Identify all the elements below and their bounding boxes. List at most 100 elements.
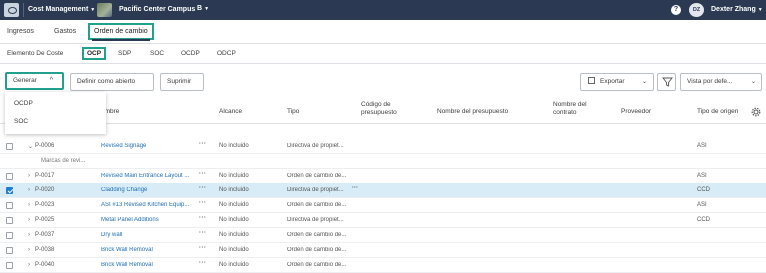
table-row[interactable]: ⌄ P-0006 Revised Signage ··· No incluido… <box>0 139 766 154</box>
expand-chevron-icon[interactable]: › <box>28 187 30 193</box>
expand-chevron-icon[interactable]: › <box>28 202 30 208</box>
expand-chevron-icon[interactable]: › <box>28 247 30 253</box>
help-icon[interactable]: ? <box>671 5 681 15</box>
row-checkbox[interactable] <box>6 173 13 180</box>
table-header: ombre Alcance Tipo Código de presupuesto… <box>0 98 766 124</box>
column-header-supplier[interactable]: Proveedor <box>621 108 651 116</box>
expand-chevron-icon[interactable]: › <box>28 173 30 179</box>
tab-elemento-de-coste[interactable]: Elemento De Coste <box>7 50 63 57</box>
filter-icon <box>662 77 673 87</box>
row-sub-label[interactable]: Marcas de revi... <box>41 158 85 164</box>
row-menu-icon[interactable]: ··· <box>199 260 207 266</box>
row-name-link[interactable]: Dry wall <box>101 232 193 238</box>
module-switcher[interactable]: Cost Management ▼ <box>28 6 95 13</box>
row-scope: No incluido <box>219 187 249 193</box>
column-header-origin-type[interactable]: Tipo de origen <box>697 108 738 116</box>
tab-ocp[interactable]: OCP <box>82 47 107 60</box>
table-row[interactable]: › P-0037 Dry wall ··· No incluido Orden … <box>0 228 766 243</box>
row-scope: No incluido <box>219 232 249 238</box>
project-thumbnail <box>97 3 112 17</box>
table-subrow: Marcas de revi... <box>0 154 766 169</box>
export-label: Exportar <box>600 78 625 85</box>
primary-tabs: Ingresos Gastos Orden de cambio <box>0 20 766 44</box>
row-type: Orden de cambio de... <box>287 232 347 238</box>
table-row[interactable]: › P-0017 Revised Main Entrance Layout ..… <box>0 169 766 184</box>
row-checkbox[interactable] <box>6 143 13 150</box>
row-menu-icon[interactable]: ··· <box>199 171 207 177</box>
row-type: Directiva de propiet... <box>287 187 344 193</box>
row-checkbox[interactable] <box>6 262 13 269</box>
row-menu-icon[interactable]: ··· <box>199 185 207 191</box>
row-name-link[interactable]: Brick Wall Removal <box>101 247 193 253</box>
row-menu-icon[interactable]: ··· <box>199 230 207 236</box>
row-menu-icon[interactable]: ··· <box>199 141 207 147</box>
avatar[interactable]: DZ <box>689 3 704 17</box>
expand-chevron-icon[interactable]: › <box>28 232 30 238</box>
row-name-link[interactable]: Revised Main Entrance Layout ... <box>101 173 193 179</box>
export-icon <box>588 77 595 84</box>
table-row-selected[interactable]: › P-0020 Cladding Change ··· No incluido… <box>0 183 766 198</box>
column-header-budget-code[interactable]: Código de presupuesto <box>361 101 413 117</box>
tab-orden-de-cambio[interactable]: Orden de cambio <box>88 23 154 41</box>
filter-button[interactable] <box>657 73 676 91</box>
row-scope: No incluido <box>219 173 249 179</box>
tab-ingresos[interactable]: Ingresos <box>7 28 34 35</box>
menu-item-soc[interactable]: SOC <box>14 118 28 125</box>
user-name: Dexter Zhang <box>711 6 756 13</box>
product-badge[interactable]: B ▼ <box>197 5 209 12</box>
row-checkbox[interactable] <box>6 187 13 194</box>
row-id: P-0025 <box>35 217 55 223</box>
column-header-type[interactable]: Tipo <box>287 108 299 116</box>
table-row[interactable]: › P-0025 Metal Panel Additions ··· No in… <box>0 213 766 228</box>
secondary-tabs: Elemento De Coste OCP SDP SOC OCDP ODCP <box>0 44 766 64</box>
chevron-down-icon: ⌄ <box>641 79 647 85</box>
table-row[interactable]: › P-0038 Brick Wall Removal ··· No inclu… <box>0 243 766 258</box>
tab-gastos[interactable]: Gastos <box>54 28 76 35</box>
column-header-scope[interactable]: Alcance <box>219 108 242 116</box>
tab-ocdp[interactable]: OCDP <box>181 50 200 57</box>
column-header-budget-name[interactable]: Nombre del presupuesto <box>437 108 508 116</box>
project-switcher[interactable]: Pacific Center Campus <box>119 6 195 13</box>
app-logo-icon[interactable] <box>4 3 19 17</box>
settings-gear-icon[interactable] <box>751 107 761 117</box>
table-row[interactable]: › P-0023 ASI #13 Revised Kitchen Equip..… <box>0 198 766 213</box>
row-name-link[interactable]: ASI #13 Revised Kitchen Equip... <box>101 202 193 208</box>
row-name-link[interactable]: Brick Wall Removal <box>101 262 193 268</box>
row-id: P-0020 <box>35 187 55 193</box>
menu-item-ocdp[interactable]: OCDP <box>14 100 33 107</box>
row-menu-icon[interactable]: ··· <box>199 200 207 206</box>
delete-button[interactable]: Suprimir <box>160 73 204 91</box>
chevron-up-icon: ^ <box>49 77 53 84</box>
expand-chevron-icon[interactable]: › <box>28 262 30 268</box>
row-name-link[interactable]: Revised Signage <box>101 143 193 149</box>
table-row[interactable]: › P-0040 Brick Wall Removal ··· No inclu… <box>0 258 766 273</box>
generate-button[interactable]: Generar ^ <box>5 72 64 90</box>
tab-odcp[interactable]: ODCP <box>217 50 236 57</box>
view-selector[interactable]: Vista por defe... ⌄ <box>680 73 762 91</box>
caret-down-icon: ▼ <box>757 7 763 13</box>
row-scope: No incluido <box>219 202 249 208</box>
row-checkbox[interactable] <box>6 202 13 209</box>
row-type: Orden de cambio de... <box>287 173 347 179</box>
export-button[interactable]: Exportar ⌄ <box>580 73 654 91</box>
row-checkbox[interactable] <box>6 217 13 224</box>
row-name-link[interactable]: Cladding Change <box>101 187 193 193</box>
row-extra-menu-icon[interactable]: ··· <box>352 185 358 191</box>
row-checkbox[interactable] <box>6 247 13 254</box>
expand-chevron-icon[interactable]: › <box>28 217 30 223</box>
user-menu[interactable]: Dexter Zhang ▼ <box>711 6 763 13</box>
row-origin: CCD <box>697 187 710 193</box>
active-tab-indicator <box>92 39 150 41</box>
row-menu-icon[interactable]: ··· <box>199 215 207 221</box>
row-origin: CCD <box>697 217 710 223</box>
tab-sdp[interactable]: SDP <box>118 50 131 57</box>
column-header-contract-name[interactable]: Nombre del contrato <box>553 101 595 117</box>
define-open-button[interactable]: Definir como abierto <box>70 73 154 91</box>
tab-soc[interactable]: SOC <box>150 50 164 57</box>
collapse-chevron-icon[interactable]: ⌄ <box>28 143 33 150</box>
chevron-down-icon: ⌄ <box>750 79 756 85</box>
row-checkbox[interactable] <box>6 232 13 239</box>
row-menu-icon[interactable]: ··· <box>199 245 207 251</box>
row-name-link[interactable]: Metal Panel Additions <box>101 217 193 223</box>
row-id: P-0006 <box>35 143 55 149</box>
